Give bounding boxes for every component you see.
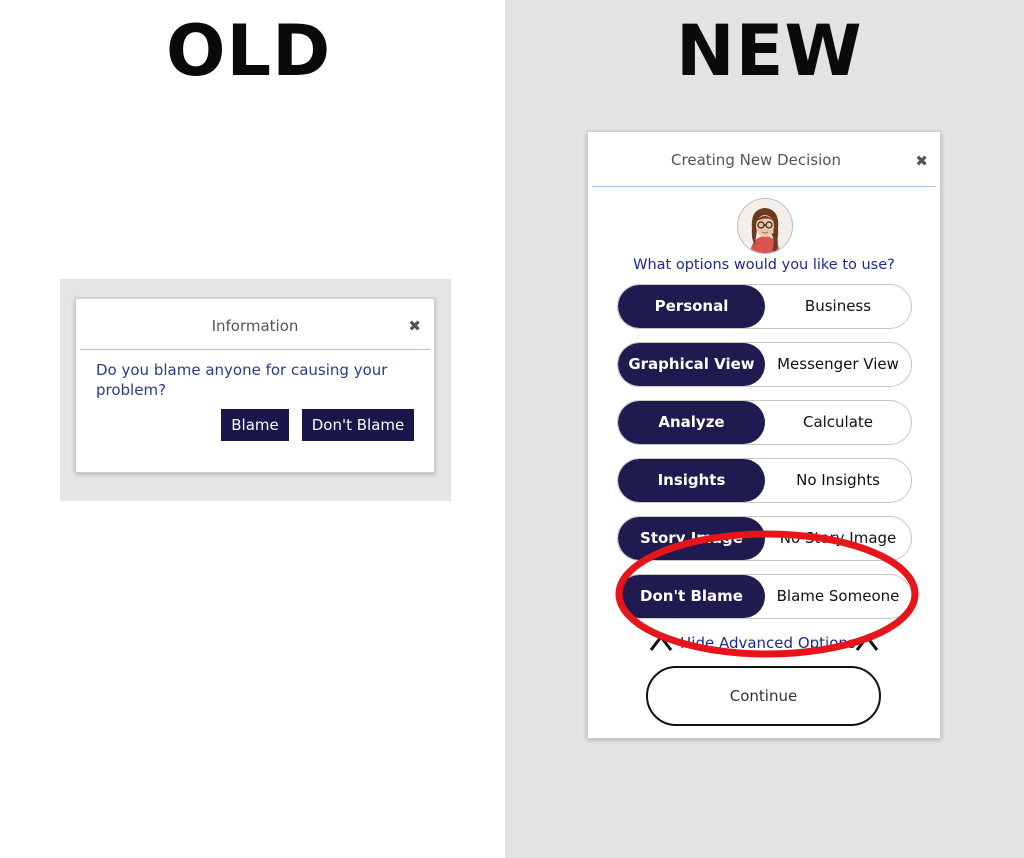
avatar <box>737 198 793 254</box>
divider <box>80 349 430 350</box>
toggle-option-personal[interactable]: Personal <box>618 285 765 328</box>
toggle-option-business[interactable]: Business <box>765 285 911 328</box>
toggle-option-analyze[interactable]: Analyze <box>618 401 765 444</box>
old-dialog-title: Information <box>211 317 299 335</box>
toggle-option-calculate[interactable]: Calculate <box>765 401 911 444</box>
toggle-option-messenger-view[interactable]: Messenger View <box>765 343 911 386</box>
toggle-view: Graphical View Messenger View <box>617 342 912 387</box>
options-question: What options would you like to use? <box>633 257 895 273</box>
toggle-option-graphical-view[interactable]: Graphical View <box>618 343 765 386</box>
old-heading: OLD <box>166 10 332 92</box>
blame-button[interactable]: Blame <box>221 409 289 441</box>
divider <box>592 186 936 187</box>
dont-blame-button[interactable]: Don't Blame <box>302 409 414 441</box>
avatar-illustration <box>738 199 792 253</box>
close-icon[interactable]: ✖ <box>915 152 928 170</box>
new-dialog-title: Creating New Decision <box>671 151 841 169</box>
close-icon[interactable]: ✖ <box>408 317 421 335</box>
continue-button[interactable]: Continue <box>646 666 881 726</box>
toggle-option-insights[interactable]: Insights <box>618 459 765 502</box>
highlight-ellipse <box>615 530 919 658</box>
toggle-analyze-calculate: Analyze Calculate <box>617 400 912 445</box>
toggle-insights: Insights No Insights <box>617 458 912 503</box>
new-heading: NEW <box>676 10 863 92</box>
old-dialog: Information ✖ Do you blame anyone for ca… <box>75 298 435 473</box>
toggle-option-no-insights[interactable]: No Insights <box>765 459 911 502</box>
old-dialog-message: Do you blame anyone for causing your pro… <box>96 361 388 399</box>
toggle-personal-business: Personal Business <box>617 284 912 329</box>
